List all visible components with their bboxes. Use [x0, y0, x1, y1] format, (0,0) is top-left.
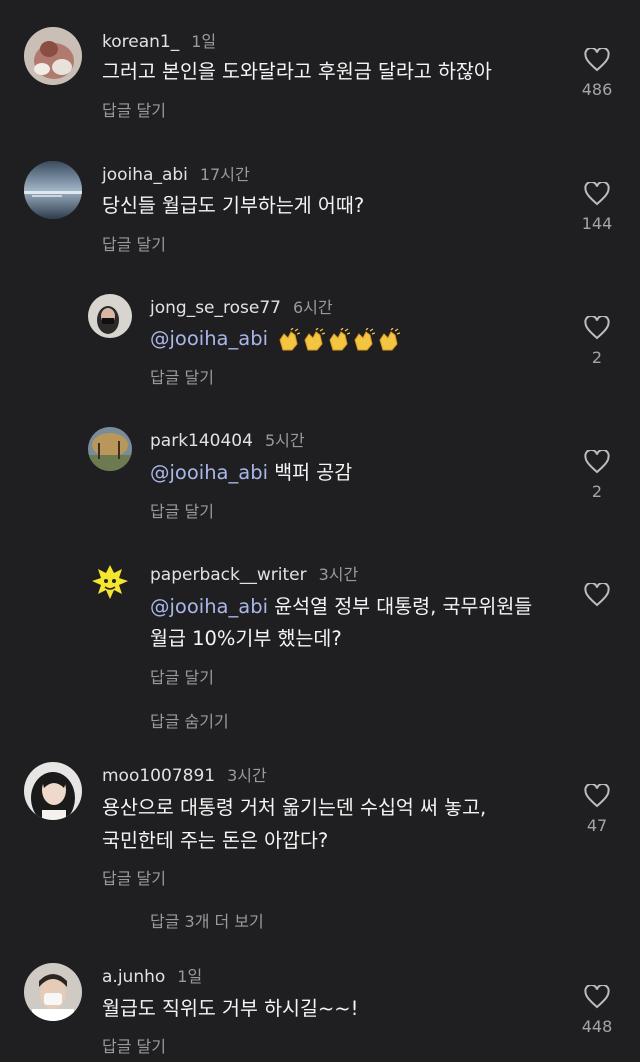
heart-outline-icon	[584, 182, 610, 206]
comment-text: 월급도 직위도 거부 하시길~~!	[102, 997, 359, 1020]
heart-outline-icon	[584, 784, 610, 808]
mention-link[interactable]: @jooiha_abi	[150, 461, 268, 484]
heart-outline-icon	[584, 316, 610, 340]
like-button[interactable]: 448	[575, 985, 619, 1036]
mention-link[interactable]: @jooiha_abi	[150, 327, 268, 350]
like-count: 2	[591, 348, 603, 367]
comment-meta: jooiha_abi 17시간	[102, 161, 250, 185]
hide-replies-button[interactable]: 답글 숨기기	[150, 708, 229, 732]
like-count: 486	[581, 80, 613, 99]
timestamp: 1일	[177, 967, 203, 986]
like-count: 448	[581, 1017, 613, 1036]
reply-text-line2: 월급 10%기부 했는데?	[150, 627, 342, 650]
comment-meta: a.junho 1일	[102, 963, 202, 987]
username[interactable]: jooiha_abi	[102, 165, 188, 185]
username[interactable]: korean1_	[102, 32, 179, 52]
mention-link[interactable]: @jooiha_abi	[150, 595, 268, 618]
view-more-replies-button[interactable]: 답글 3개 더 보기	[150, 908, 264, 932]
reply-button[interactable]: 답글 달기	[102, 97, 166, 121]
comment-text: @jooiha_abi 백퍼 공감	[150, 457, 352, 489]
reply-button[interactable]: 답글 달기	[150, 498, 214, 522]
like-button[interactable]: 47	[575, 784, 619, 835]
avatar[interactable]	[24, 161, 82, 219]
username[interactable]: moo1007891	[102, 766, 215, 786]
reply-button[interactable]: 답글 달기	[150, 664, 214, 688]
reply-button[interactable]: 답글 달기	[102, 865, 166, 889]
timestamp: 3시간	[318, 565, 359, 584]
username[interactable]: park140404	[150, 431, 253, 451]
comment-meta: moo1007891 3시간	[102, 762, 267, 786]
comment-text: @jooiha_abi 윤석열 정부 대통령, 국무위원들	[150, 591, 532, 623]
avatar[interactable]	[88, 294, 132, 338]
avatar[interactable]	[88, 427, 132, 471]
comment-text: 그러고 본인을 도와달라고 후원금 달라고 하잖아	[102, 60, 492, 83]
comment-meta: korean1_ 1일	[102, 28, 216, 52]
reply-button[interactable]: 답글 달기	[102, 1033, 166, 1057]
like-button[interactable]	[575, 583, 619, 607]
username[interactable]: paperback__writer	[150, 565, 307, 585]
heart-outline-icon	[584, 48, 610, 72]
comment-text-line2: 국민한테 주는 돈은 아깝다?	[102, 829, 329, 852]
avatar[interactable]	[24, 963, 82, 1021]
reply-text-line1: 윤석열 정부 대통령, 국무위원들	[274, 595, 533, 618]
comment-text-line1: 용산으로 대통령 거처 옮기는덴 수십억 써 놓고,	[102, 796, 487, 819]
like-button[interactable]: 2	[575, 316, 619, 367]
like-button[interactable]: 144	[575, 182, 619, 233]
username[interactable]: jong_se_rose77	[150, 298, 281, 318]
comment-text: @jooiha_abi	[150, 323, 403, 356]
comment-meta: park140404 5시간	[150, 427, 305, 451]
heart-outline-icon	[584, 985, 610, 1009]
timestamp: 6시간	[292, 298, 333, 317]
like-count: 2	[591, 482, 603, 501]
heart-outline-icon	[584, 450, 610, 474]
reply-button[interactable]: 답글 달기	[102, 231, 166, 255]
comment-text: 당신들 월급도 기부하는게 어때?	[102, 194, 365, 217]
avatar[interactable]	[24, 762, 82, 820]
reply-button[interactable]: 답글 달기	[150, 364, 214, 388]
like-button[interactable]: 486	[575, 48, 619, 99]
like-count: 47	[586, 816, 608, 835]
comment-thread: korean1_ 1일 그러고 본인을 도와달라고 후원금 달라고 하잖아 답글 …	[0, 0, 640, 1062]
timestamp: 17시간	[199, 165, 250, 184]
username[interactable]: a.junho	[102, 967, 165, 987]
avatar[interactable]	[88, 561, 132, 605]
heart-outline-icon	[584, 583, 610, 607]
like-button[interactable]: 2	[575, 450, 619, 501]
comment-meta: jong_se_rose77 6시간	[150, 294, 333, 318]
reply-text: 백퍼 공감	[274, 461, 353, 484]
like-count: 144	[581, 214, 613, 233]
timestamp: 5시간	[264, 431, 305, 450]
comment-meta: paperback__writer 3시간	[150, 561, 358, 585]
timestamp: 1일	[191, 32, 217, 51]
clapping-hands-emoji	[278, 324, 403, 356]
timestamp: 3시간	[227, 766, 267, 785]
avatar[interactable]	[24, 27, 82, 85]
